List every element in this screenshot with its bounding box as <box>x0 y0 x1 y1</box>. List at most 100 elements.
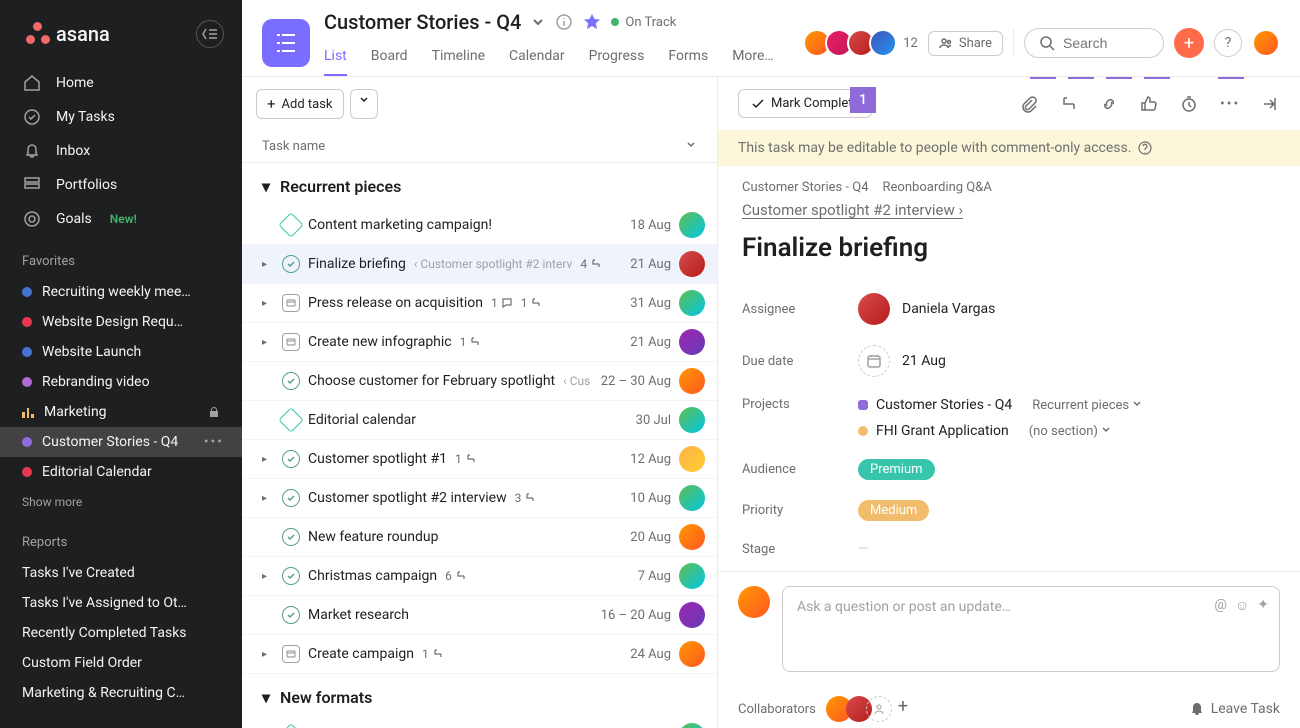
assignee-avatar[interactable] <box>679 446 705 472</box>
project-title[interactable]: Customer Stories - Q4 <box>324 10 521 34</box>
complete-toggle[interactable] <box>278 407 303 432</box>
task-row[interactable]: ▸PDF Proofing16 Aug <box>242 717 717 728</box>
tab-forms[interactable]: Forms <box>668 40 708 76</box>
add-collaborator-placeholder[interactable] <box>866 696 892 722</box>
complete-toggle[interactable] <box>282 645 300 663</box>
quick-add-button[interactable]: + <box>1174 28 1204 58</box>
field-audience[interactable]: Audience Premium <box>742 449 1276 490</box>
field-due-date[interactable]: Due date 21 Aug <box>742 335 1276 387</box>
field-assignee[interactable]: Assignee Daniela Vargas <box>742 283 1276 335</box>
subtask-icon[interactable] <box>1060 95 1080 113</box>
sidebar-report-item[interactable]: Recently Completed Tasks <box>0 618 242 648</box>
tab-more[interactable]: More… <box>732 40 774 76</box>
tab-progress[interactable]: Progress <box>589 40 645 76</box>
add-task-dropdown[interactable] <box>350 89 378 119</box>
complete-toggle[interactable] <box>278 212 303 237</box>
expand-chevron[interactable]: ▸ <box>262 259 274 270</box>
sidebar-favorite-item[interactable]: Customer Stories - Q4••• <box>0 427 242 457</box>
status-pill[interactable]: On Track <box>611 15 676 30</box>
collapse-sidebar-icon[interactable] <box>196 20 224 48</box>
task-row[interactable]: Choose customer for February spotlight‹ … <box>242 362 717 401</box>
share-button[interactable]: Share <box>928 31 1003 56</box>
leave-task-button[interactable]: Leave Task <box>1189 701 1280 717</box>
sidebar-favorite-item[interactable]: Rebranding video <box>0 367 242 397</box>
task-row[interactable]: ▸Customer spotlight #2 interview310 Aug <box>242 479 717 518</box>
task-title[interactable]: Finalize briefing <box>742 233 1276 263</box>
task-row[interactable]: Content marketing campaign!18 Aug <box>242 206 717 245</box>
assignee-avatar[interactable] <box>679 407 705 433</box>
nav-portfolios[interactable]: Portfolios <box>0 168 242 202</box>
task-row[interactable]: ▸Customer spotlight #1112 Aug <box>242 440 717 479</box>
complete-toggle[interactable] <box>282 294 300 312</box>
chevron-down-icon[interactable] <box>531 15 545 29</box>
nav-goals[interactable]: GoalsNew! <box>0 202 242 236</box>
mention-icon[interactable]: @ <box>1214 597 1227 614</box>
complete-toggle[interactable] <box>282 606 300 624</box>
complete-toggle[interactable] <box>282 489 300 507</box>
timer-icon[interactable] <box>1180 95 1200 113</box>
star-icon[interactable] <box>583 13 601 31</box>
assignee-avatar[interactable] <box>679 212 705 238</box>
section-header[interactable]: ▾Recurrent pieces <box>242 163 717 206</box>
task-row[interactable]: ▸Press release on acquisition1131 Aug <box>242 284 717 323</box>
assignee-avatar[interactable] <box>679 251 705 277</box>
link-icon[interactable] <box>1100 95 1120 113</box>
more-icon[interactable]: ••• <box>204 434 224 450</box>
chevron-down-icon[interactable] <box>685 139 697 154</box>
help-icon[interactable] <box>1137 140 1153 156</box>
project-icon[interactable] <box>262 19 310 67</box>
attachment-icon[interactable] <box>1020 95 1040 113</box>
sidebar-favorite-item[interactable]: Website Design Requ… <box>0 307 242 337</box>
expand-chevron[interactable]: ▸ <box>262 454 274 465</box>
field-priority[interactable]: Priority Medium <box>742 490 1276 531</box>
project-tag-1[interactable]: Customer Stories - Q4 Recurrent pieces <box>858 397 1142 413</box>
assignee-avatar[interactable] <box>679 329 705 355</box>
assignee-avatar[interactable] <box>679 368 705 394</box>
sidebar-report-item[interactable]: Custom Field Order <box>0 648 242 678</box>
info-icon[interactable] <box>555 13 573 31</box>
nav-inbox[interactable]: Inbox <box>0 134 242 168</box>
task-row[interactable]: ▸Create campaign124 Aug <box>242 635 717 674</box>
sidebar-favorite-item[interactable]: Recruiting weekly mee… <box>0 277 242 307</box>
complete-toggle[interactable] <box>278 723 303 728</box>
sidebar-favorite-item[interactable]: Website Launch <box>0 337 242 367</box>
more-icon[interactable]: ••• <box>1220 96 1240 112</box>
parent-task-link[interactable]: Customer spotlight #2 interview › <box>742 201 963 219</box>
task-row[interactable]: ▸Create new infographic121 Aug <box>242 323 717 362</box>
assignee-avatar[interactable] <box>679 641 705 667</box>
task-row[interactable]: ▸Christmas campaign67 Aug <box>242 557 717 596</box>
expand-chevron[interactable]: ▸ <box>262 298 274 309</box>
expand-chevron[interactable]: ▸ <box>262 493 274 504</box>
tab-calendar[interactable]: Calendar <box>509 40 565 76</box>
breadcrumb[interactable]: Customer Stories - Q4 Reonboarding Q&A <box>742 180 1276 195</box>
task-row[interactable]: New feature roundup20 Aug <box>242 518 717 557</box>
sidebar-report-item[interactable]: Marketing & Recruiting Co… <box>0 678 242 708</box>
assignee-avatar[interactable] <box>679 602 705 628</box>
assignee-avatar[interactable] <box>679 290 705 316</box>
search-box[interactable] <box>1024 28 1164 58</box>
assignee-avatar[interactable] <box>679 485 705 511</box>
expand-chevron[interactable]: ▸ <box>262 571 274 582</box>
sidebar-favorite-item[interactable]: Marketing <box>0 397 242 427</box>
assignee-avatar[interactable] <box>679 563 705 589</box>
assignee-avatar[interactable] <box>679 723 705 728</box>
user-avatar[interactable] <box>1252 29 1280 57</box>
expand-chevron[interactable]: ▸ <box>262 649 274 660</box>
project-tag-2[interactable]: FHI Grant Application (no section) <box>858 423 1142 439</box>
nav-my-tasks[interactable]: My Tasks <box>0 100 242 134</box>
complete-toggle[interactable] <box>282 255 300 273</box>
expand-chevron[interactable]: ▸ <box>262 337 274 348</box>
task-row[interactable]: Editorial calendar30 Jul <box>242 401 717 440</box>
complete-toggle[interactable] <box>282 333 300 351</box>
section-header[interactable]: ▾New formats <box>242 674 717 717</box>
tab-timeline[interactable]: Timeline <box>432 40 485 76</box>
help-button[interactable]: ? <box>1214 29 1242 57</box>
member-avatars[interactable]: 12 <box>809 29 918 57</box>
complete-toggle[interactable] <box>282 450 300 468</box>
complete-toggle[interactable] <box>282 372 300 390</box>
nav-home[interactable]: Home <box>0 66 242 100</box>
close-panel-icon[interactable] <box>1260 95 1280 113</box>
like-icon[interactable] <box>1140 95 1160 113</box>
assignee-avatar[interactable] <box>679 524 705 550</box>
tab-list[interactable]: List <box>324 40 347 76</box>
